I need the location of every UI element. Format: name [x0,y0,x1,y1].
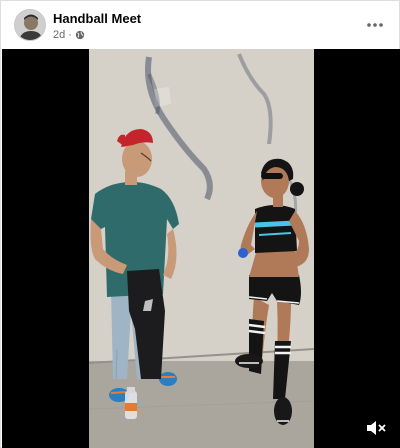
video-post: Handball Meet 2d · [0,0,400,448]
meta-separator: · [68,28,72,41]
more-options-icon [367,23,383,27]
video-player[interactable] [2,49,400,448]
video-frame [89,49,314,448]
avatar-photo [15,10,45,40]
avatar[interactable] [14,9,46,41]
mute-button[interactable] [364,418,388,438]
post-timestamp[interactable]: 2d [53,29,65,42]
globe-icon [75,30,85,40]
speaker-muted-icon [367,421,386,435]
author-name[interactable]: Handball Meet [53,11,141,26]
more-options-button[interactable] [363,13,387,37]
video-still [89,49,314,448]
post-meta: 2d · [53,28,85,42]
post-header: Handball Meet 2d · [1,1,399,49]
